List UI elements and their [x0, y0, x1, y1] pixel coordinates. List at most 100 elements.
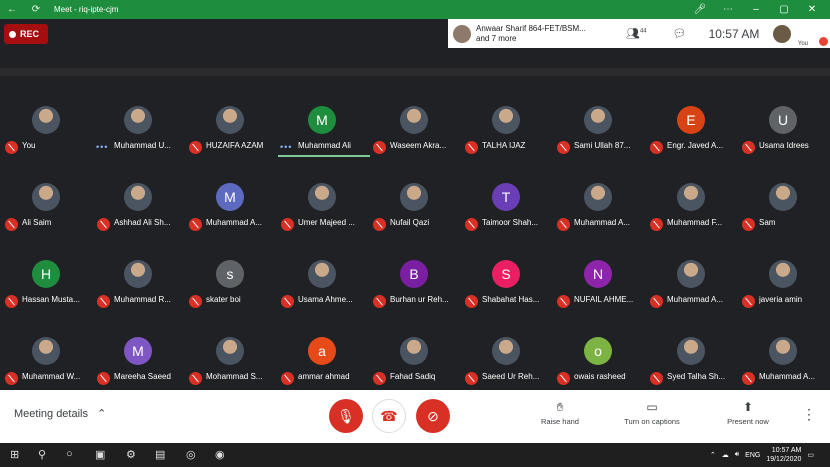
participant-tile[interactable]: Muhammad A...: [737, 321, 829, 398]
mic-icon[interactable]: 🎤︎: [686, 4, 714, 15]
participant-name: NUFAIL AHME...: [574, 295, 634, 304]
participant-tile[interactable]: Muhammad A...: [552, 167, 644, 244]
mic-muted-icon: [189, 141, 202, 154]
mic-muted-icon: [281, 372, 294, 385]
chevron-up-icon[interactable]: ⌃: [710, 451, 716, 459]
camera-toggle-button[interactable]: ⊘: [416, 399, 450, 433]
participant-tile[interactable]: M ••• Muhammad Ali: [276, 90, 370, 167]
participant-name: TALHA IJAZ: [482, 141, 526, 150]
participant-tile[interactable]: S Shabahat Has...: [460, 244, 552, 321]
participant-tile[interactable]: H Hassan Musta...: [0, 244, 92, 321]
browser-titlebar: ← ⟳ Meet - riq-ipte-cjm 🎤︎ ⋯ – ▢ ✕: [0, 0, 830, 19]
cortana-icon[interactable]: ○: [66, 448, 73, 460]
meeting-details-button[interactable]: Meeting details ⌃: [14, 407, 106, 420]
participant-tile[interactable]: s skater boi: [184, 244, 276, 321]
notification-icon[interactable]: ▭: [807, 451, 814, 459]
participant-tile[interactable]: Mohammad S...: [184, 321, 276, 398]
participant-name: Waseem Akra...: [390, 141, 447, 150]
mic-muted-icon: [97, 295, 110, 308]
participant-avatar: [677, 337, 705, 365]
network-icon[interactable]: ☁︎: [722, 451, 729, 459]
participant-tile[interactable]: E Engr. Javed A...: [645, 90, 737, 167]
close-icon[interactable]: ✕: [798, 4, 826, 15]
participant-avatar: [769, 337, 797, 365]
meeting-controls-bar: Meeting details ⌃ 🎙︎ ☎︎ ⊘ ✋︎ Raise hand …: [0, 390, 830, 443]
leave-call-button[interactable]: ☎︎: [372, 399, 406, 433]
participant-tile[interactable]: Usama Ahme...: [276, 244, 368, 321]
windows-start-icon[interactable]: ⊞: [10, 448, 19, 461]
back-arrow-icon[interactable]: ←: [0, 4, 24, 15]
participant-tile[interactable]: M Muhammad A...: [184, 167, 276, 244]
participant-tile[interactable]: Umer Majeed ...: [276, 167, 368, 244]
participant-tile[interactable]: N NUFAIL AHME...: [552, 244, 644, 321]
participant-tile[interactable]: Waseem Akra...: [368, 90, 460, 167]
participant-tile[interactable]: M Mareeha Saeed: [92, 321, 184, 398]
taskbar-clock[interactable]: 10:57 AM 19/12/2020: [766, 446, 801, 464]
maximize-icon[interactable]: ▢: [770, 4, 798, 15]
raise-hand-button[interactable]: ✋︎ Raise hand: [538, 400, 582, 426]
participant-name: Ali Saim: [22, 218, 52, 227]
participant-tile[interactable]: javeria amin: [737, 244, 829, 321]
language-indicator[interactable]: ENG: [745, 452, 760, 459]
chrome-icon[interactable]: ◉: [215, 448, 225, 461]
participant-tile[interactable]: Sami Ullah 87...: [552, 90, 644, 167]
participant-avatar: [308, 260, 336, 288]
mic-muted-icon: [650, 372, 663, 385]
participant-name: Mohammad S...: [206, 372, 263, 381]
participant-name: Taimoor Shah...: [482, 218, 539, 227]
more-options-icon[interactable]: ⋮: [802, 406, 816, 423]
participant-tile[interactable]: ••• Muhammad U...: [92, 90, 184, 167]
participant-avatar: [769, 183, 797, 211]
participant-tile[interactable]: Muhammad R...: [92, 244, 184, 321]
present-now-button[interactable]: ⬆︎ Present now: [722, 400, 774, 426]
participant-tile[interactable]: Fahad Sadiq: [368, 321, 460, 398]
mic-muted-icon: [465, 295, 478, 308]
volume-icon[interactable]: 🔊︎: [735, 451, 739, 459]
participant-avatar: [400, 106, 428, 134]
participant-tile[interactable]: Sam: [737, 167, 829, 244]
participant-avatar: [677, 183, 705, 211]
task-view-icon[interactable]: ▣: [95, 448, 105, 461]
participant-tile[interactable]: HUZAIFA AZAM: [184, 90, 276, 167]
participant-tile[interactable]: Ashhad Ali Sh...: [92, 167, 184, 244]
participant-tile[interactable]: Saeed Ur Reh...: [460, 321, 552, 398]
speaker-more: and 7 more: [476, 33, 517, 43]
mic-muted-icon: [557, 295, 570, 308]
participant-tile[interactable]: Syed Talha Sh...: [645, 321, 737, 398]
participant-tile[interactable]: T Taimoor Shah...: [460, 167, 552, 244]
settings-icon[interactable]: ⚙︎: [126, 448, 136, 461]
participant-name: HUZAIFA AZAM: [206, 141, 264, 150]
participant-tile[interactable]: Muhammad A...: [645, 244, 737, 321]
self-label: You: [797, 41, 808, 47]
participant-avatar: B: [400, 260, 428, 288]
participant-tile[interactable]: Nufail Qazi: [368, 167, 460, 244]
mic-toggle-button[interactable]: 🎙︎: [329, 399, 363, 433]
participant-avatar: [400, 183, 428, 211]
participant-tile[interactable]: Ali Saim: [0, 167, 92, 244]
search-icon[interactable]: ⚲: [38, 448, 46, 461]
participant-tile[interactable]: B Burhan ur Reh...: [368, 244, 460, 321]
speaking-indicator-icon: •••: [96, 142, 109, 152]
edge-icon[interactable]: ◎: [186, 448, 196, 461]
participant-avatar: [677, 260, 705, 288]
minimize-icon[interactable]: –: [742, 4, 770, 15]
participant-avatar: o: [584, 337, 612, 365]
participant-tile[interactable]: Muhammad F...: [645, 167, 737, 244]
chat-icon[interactable]: 💬︎: [673, 27, 687, 40]
people-button[interactable]: 👥︎44: [626, 27, 647, 40]
reload-icon[interactable]: ⟳: [24, 4, 48, 15]
mic-muted-icon: [373, 141, 386, 154]
speaker-name: Anwaar Sharif 864-FET/BSM...: [476, 23, 586, 33]
participant-tile[interactable]: a ammar ahmad: [276, 321, 368, 398]
participant-tile[interactable]: o owais rasheed: [552, 321, 644, 398]
participant-tile[interactable]: TALHA IJAZ: [460, 90, 552, 167]
mic-muted-icon: [189, 218, 202, 231]
people-count: 44: [639, 28, 647, 35]
participant-tile[interactable]: U Usama Idrees: [737, 90, 829, 167]
participant-tile[interactable]: Muhammad W...: [0, 321, 92, 398]
captions-button[interactable]: ▭ Turn on captions: [618, 400, 686, 426]
more-vert-icon[interactable]: ⋯: [714, 4, 742, 15]
participant-name: Muhammad W...: [22, 372, 81, 381]
file-explorer-icon[interactable]: ▤: [155, 448, 165, 461]
participant-tile[interactable]: You: [0, 90, 92, 167]
